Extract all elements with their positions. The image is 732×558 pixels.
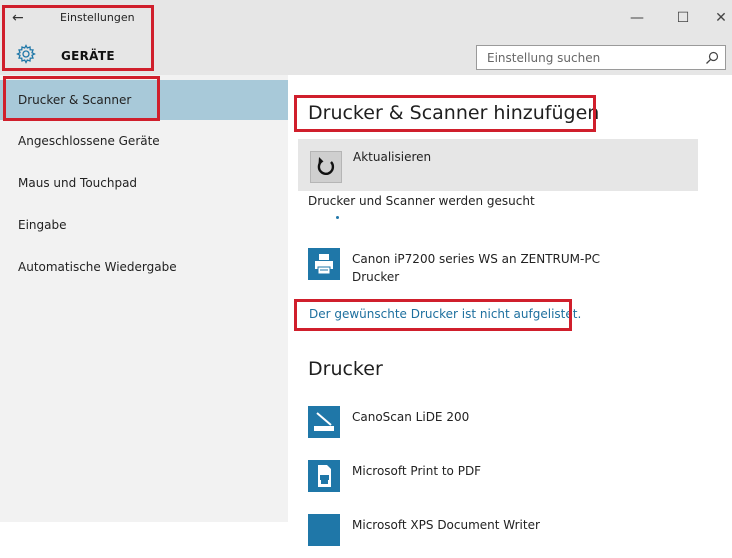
- refresh-icon: [310, 151, 342, 183]
- searching-status: Drucker und Scanner werden gesucht: [308, 194, 535, 208]
- search-input[interactable]: [477, 46, 701, 69]
- refresh-label: Aktualisieren: [353, 150, 432, 164]
- minimize-button[interactable]: —: [617, 7, 657, 29]
- search-icon[interactable]: [705, 51, 719, 65]
- found-device-text: Canon iP7200 series WS an ZENTRUM-PC Dru…: [352, 250, 600, 286]
- sidebar-item-eingabe[interactable]: Eingabe: [0, 205, 288, 245]
- printer-item-xps-writer[interactable]: Microsoft XPS Document Writer: [308, 514, 708, 558]
- add-printers-heading: Drucker & Scanner hinzufügen: [308, 102, 600, 124]
- printer-icon: [308, 248, 340, 280]
- main-content: Drucker & Scanner hinzufügen Aktualisier…: [288, 75, 732, 546]
- found-device-name: Canon iP7200 series WS an ZENTRUM-PC: [352, 252, 600, 266]
- printer-name: Microsoft Print to PDF: [352, 464, 482, 478]
- sidebar-item-drucker-scanner[interactable]: Drucker & Scanner: [0, 80, 288, 120]
- sidebar: Drucker & Scanner Angeschlossene Geräte …: [0, 75, 288, 522]
- found-device-type: Drucker: [352, 270, 400, 284]
- sidebar-item-angeschlossene-geraete[interactable]: Angeschlossene Geräte: [0, 121, 288, 161]
- printer-item-print-to-pdf[interactable]: Microsoft Print to PDF: [308, 460, 708, 504]
- sidebar-item-maus-touchpad[interactable]: Maus und Touchpad: [0, 163, 288, 203]
- header-bar: ← Einstellungen — ☐ ✕ GERÄTE: [0, 0, 732, 75]
- search-box: [476, 45, 726, 70]
- printer-name: CanoScan LiDE 200: [352, 410, 470, 424]
- xps-printer-icon: [308, 514, 340, 546]
- maximize-button[interactable]: ☐: [663, 7, 703, 29]
- back-button[interactable]: ←: [12, 10, 32, 26]
- pdf-printer-icon: [308, 460, 340, 492]
- printer-item-canoscan[interactable]: CanoScan LiDE 200: [308, 406, 708, 450]
- printer-name: Microsoft XPS Document Writer: [352, 518, 540, 532]
- gear-icon: [16, 44, 36, 64]
- refresh-button[interactable]: Aktualisieren: [298, 139, 698, 191]
- page-title: GERÄTE: [61, 49, 115, 63]
- printer-not-listed-link[interactable]: Der gewünschte Drucker ist nicht aufgeli…: [309, 307, 581, 321]
- sidebar-item-automatische-wiedergabe[interactable]: Automatische Wiedergabe: [0, 247, 288, 287]
- title-bar: ← Einstellungen — ☐ ✕: [0, 0, 732, 32]
- printers-heading: Drucker: [308, 358, 383, 380]
- progress-indicator: [336, 216, 339, 219]
- scanner-icon: [308, 406, 340, 438]
- found-device-item[interactable]: Canon iP7200 series WS an ZENTRUM-PC Dru…: [308, 248, 708, 292]
- close-button[interactable]: ✕: [701, 7, 732, 29]
- window-title: Einstellungen: [60, 11, 135, 24]
